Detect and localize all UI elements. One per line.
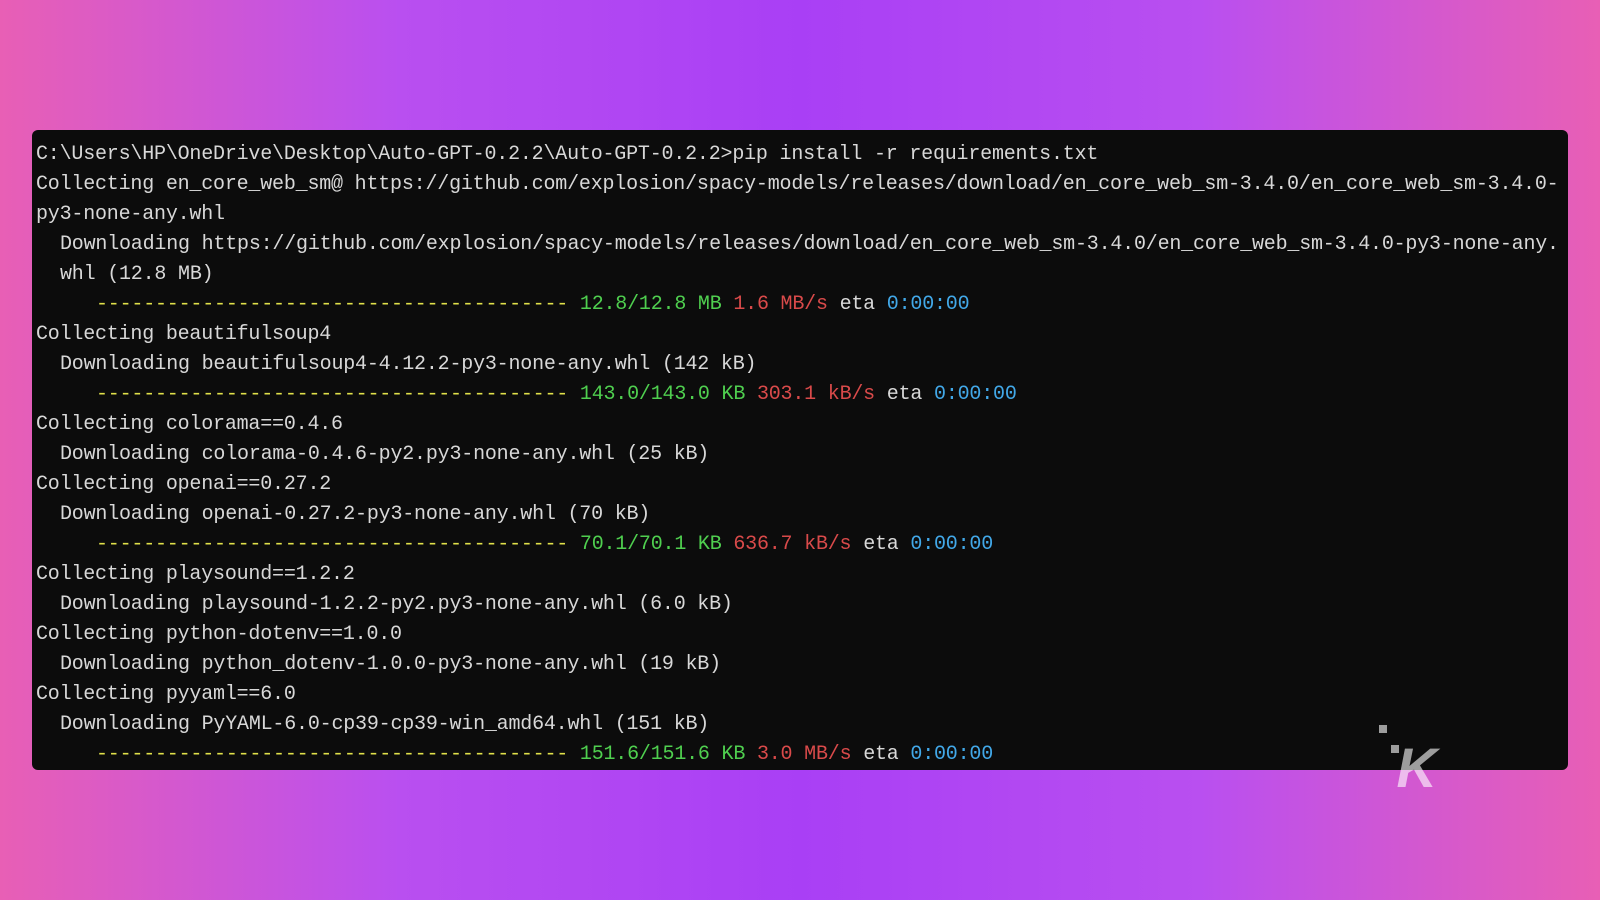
progress-bar: ---------------------------------------- [96, 533, 568, 556]
progress-line: ----------------------------------------… [36, 380, 1564, 410]
eta-label: eta [863, 743, 898, 766]
eta-time: 0:00:00 [887, 293, 970, 316]
download-speed: 3.0 MB/s [757, 743, 851, 766]
progress-line: ----------------------------------------… [36, 530, 1564, 560]
output-line: Collecting beautifulsoup4 [36, 320, 1564, 350]
eta-time: 0:00:00 [910, 533, 993, 556]
watermark-logo: K [1397, 735, 1435, 800]
eta-time: 0:00:00 [910, 743, 993, 766]
output-line: Collecting python-dotenv==1.0.0 [36, 620, 1564, 650]
output-line: Collecting en_core_web_sm@ https://githu… [36, 170, 1564, 230]
download-speed: 636.7 kB/s [733, 533, 851, 556]
progress-bar: ---------------------------------------- [96, 743, 568, 766]
download-size: 151.6/151.6 KB [580, 743, 745, 766]
download-size: 12.8/12.8 MB [580, 293, 722, 316]
output-line: Downloading playsound-1.2.2-py2.py3-none… [36, 590, 1564, 620]
terminal-window[interactable]: C:\Users\HP\OneDrive\Desktop\Auto-GPT-0.… [32, 130, 1568, 770]
output-line: Downloading PyYAML-6.0-cp39-cp39-win_amd… [36, 710, 1564, 740]
terminal-output: Collecting en_core_web_sm@ https://githu… [36, 170, 1564, 770]
output-line: Downloading https://github.com/explosion… [36, 230, 1564, 290]
output-line: Downloading openai-0.27.2-py3-none-any.w… [36, 500, 1564, 530]
output-line: Downloading python_dotenv-1.0.0-py3-none… [36, 650, 1564, 680]
output-line: Collecting pyyaml==6.0 [36, 680, 1564, 710]
output-line: Downloading beautifulsoup4-4.12.2-py3-no… [36, 350, 1564, 380]
progress-bar: ---------------------------------------- [96, 293, 568, 316]
download-speed: 303.1 kB/s [757, 383, 875, 406]
download-size: 143.0/143.0 KB [580, 383, 745, 406]
progress-line: ----------------------------------------… [36, 290, 1564, 320]
output-line: Collecting playsound==1.2.2 [36, 560, 1564, 590]
eta-time: 0:00:00 [934, 383, 1017, 406]
eta-label: eta [863, 533, 898, 556]
download-size: 70.1/70.1 KB [580, 533, 722, 556]
eta-label: eta [840, 293, 875, 316]
download-speed: 1.6 MB/s [733, 293, 827, 316]
command-prompt-line: C:\Users\HP\OneDrive\Desktop\Auto-GPT-0.… [36, 140, 1564, 170]
output-line: Downloading colorama-0.4.6-py2.py3-none-… [36, 440, 1564, 470]
output-line: Collecting openai==0.27.2 [36, 470, 1564, 500]
eta-label: eta [887, 383, 922, 406]
output-line: Collecting colorama==0.4.6 [36, 410, 1564, 440]
progress-line: ----------------------------------------… [36, 740, 1564, 770]
progress-bar: ---------------------------------------- [96, 383, 568, 406]
